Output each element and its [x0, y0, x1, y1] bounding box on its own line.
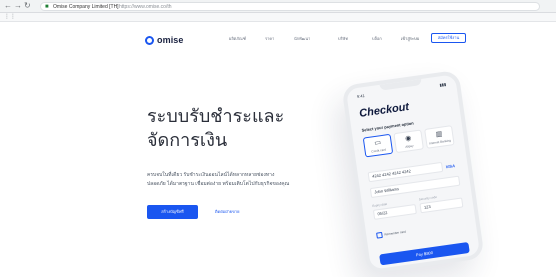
- status-time: 9:41: [356, 93, 366, 100]
- hero-subtitle-line-2: ปลอดภัย ได้มาตรฐาน เชื่อมต่อง่าย พร้อมเต…: [147, 181, 290, 187]
- brand-name: omise: [157, 35, 184, 45]
- omise-logo-icon: [145, 35, 154, 45]
- remember-card-label: Remember card: [384, 229, 407, 237]
- apps-grid-icon[interactable]: ⋮⋮: [4, 14, 16, 20]
- hero-title: ระบบรับชำระและ จัดการเงิน: [147, 104, 284, 152]
- hero-title-line-1: ระบบรับชำระและ: [147, 106, 285, 126]
- phone-notch: [379, 78, 422, 91]
- bookmarks-bar: ⋮⋮: [0, 13, 556, 22]
- nav-item-pricing[interactable]: ราคา: [265, 35, 274, 42]
- pay-button[interactable]: Pay ฿800: [379, 241, 470, 266]
- lock-icon: ■: [45, 4, 49, 10]
- nav-item-developers[interactable]: นักพัฒนา: [294, 35, 310, 42]
- remember-card-checkbox[interactable]: Remember card: [376, 229, 406, 239]
- payment-option-internet-banking[interactable]: ▥ Internet Banking: [424, 125, 455, 149]
- back-arrow-icon[interactable]: ←: [4, 1, 12, 11]
- phone-mockup: 9:41 ▮▮▮ Checkout Select your payment op…: [341, 69, 485, 275]
- login-link[interactable]: เข้าสู่ระบบ: [401, 35, 419, 42]
- signal-icon: ▮▮▮: [439, 81, 447, 88]
- hero-subtitle-line-1: ครบจบในที่เดียว รับชำระเงินออนไลน์ได้หลา…: [147, 172, 275, 178]
- create-account-button[interactable]: สร้างบัญชีฟรี: [147, 205, 198, 219]
- payment-option-alipay[interactable]: ◉ Alipay: [393, 129, 424, 154]
- expiry-label: Expiry date: [372, 201, 388, 208]
- forward-arrow-icon[interactable]: →: [14, 1, 22, 11]
- phone-screen: 9:41 ▮▮▮ Checkout Select your payment op…: [341, 69, 485, 275]
- nav-item-company[interactable]: บริษัท: [338, 35, 348, 42]
- brand-logo[interactable]: omise: [145, 34, 184, 46]
- checkout-title: Checkout: [358, 100, 410, 120]
- browser-toolbar: ← → ↻ ■ Omise Company Limited [TH] https…: [0, 0, 556, 13]
- checkbox-icon: [376, 231, 383, 239]
- contact-sales-link[interactable]: ติดต่อฝ่ายขาย: [215, 209, 239, 215]
- hero-title-line-2: จัดการเงิน: [147, 130, 228, 150]
- site-identity: Omise Company Limited [TH]: [53, 4, 119, 10]
- url-text[interactable]: https://www.omise.co/th: [119, 4, 172, 10]
- signup-button[interactable]: สมัครใช้งาน: [431, 33, 466, 43]
- nav-item-products[interactable]: ผลิตภัณฑ์: [229, 35, 246, 42]
- reload-icon[interactable]: ↻: [24, 1, 31, 11]
- visa-logo: VISA: [445, 163, 456, 170]
- address-bar[interactable]: ■ Omise Company Limited [TH] https://www…: [40, 2, 540, 11]
- payment-option-credit-card[interactable]: ▭ Credit card: [362, 133, 394, 158]
- nav-item-blog[interactable]: บล็อก: [372, 35, 382, 42]
